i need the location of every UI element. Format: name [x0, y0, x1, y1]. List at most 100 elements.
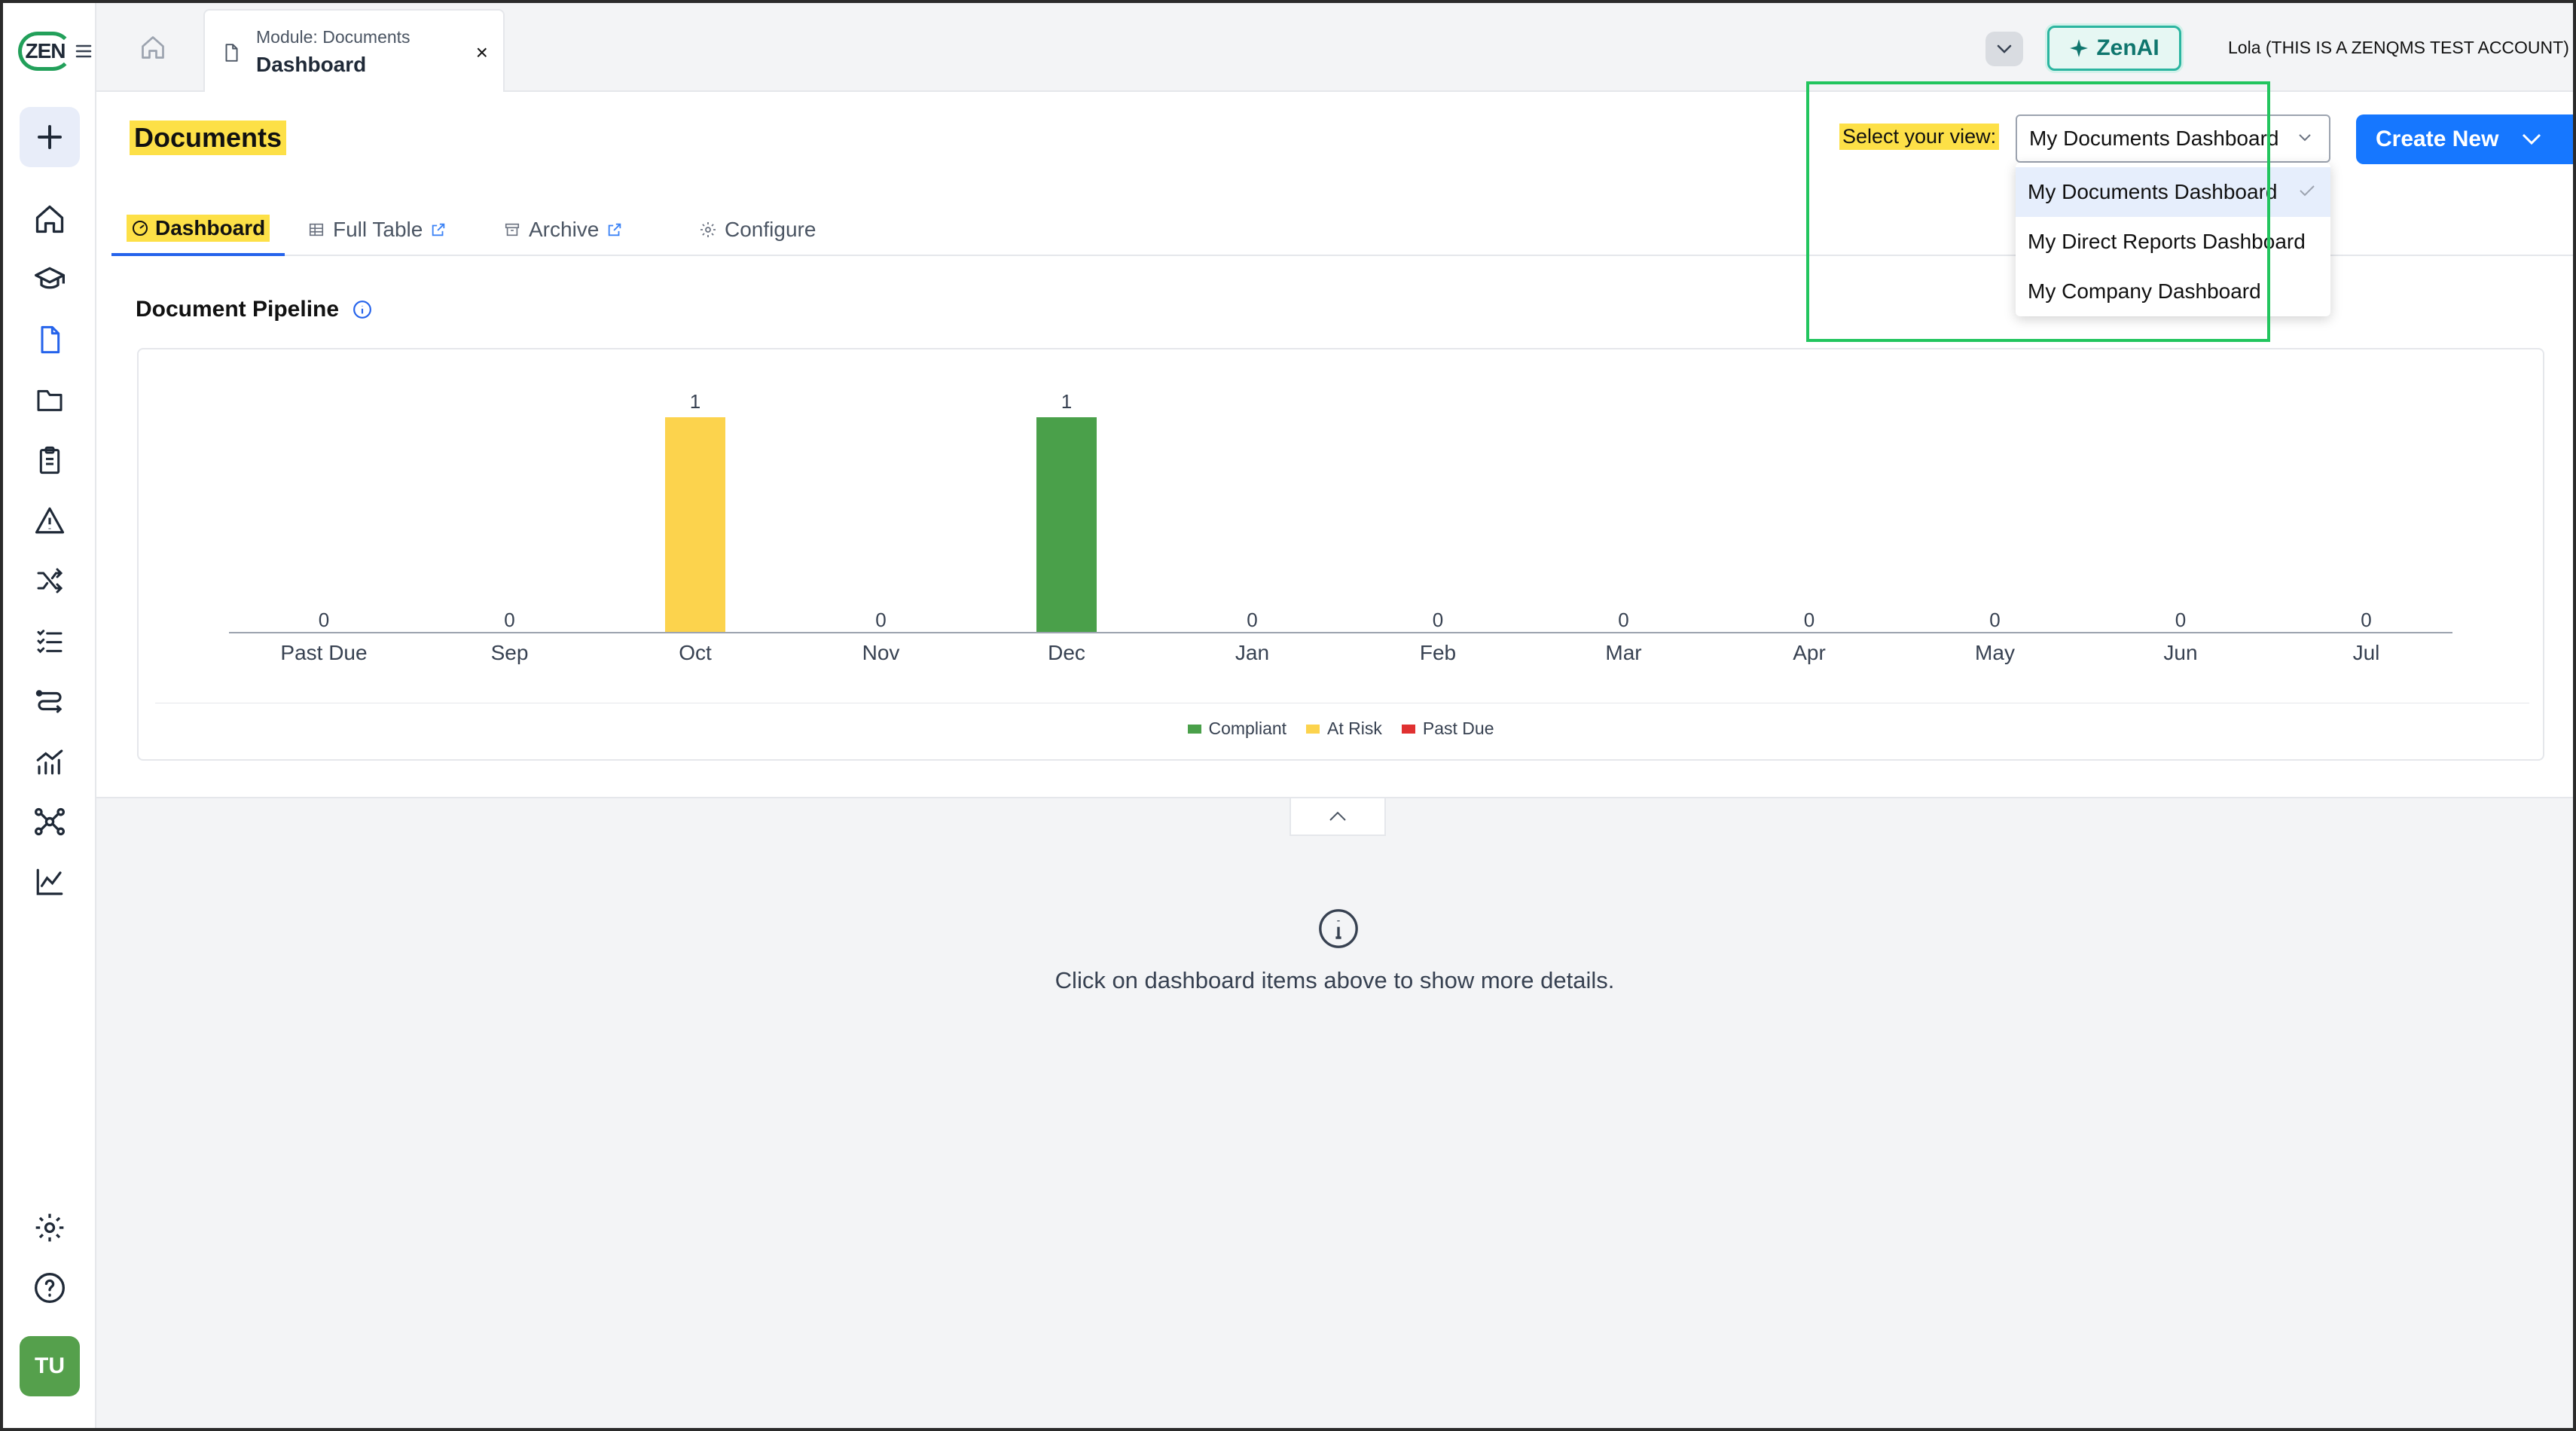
legend-item-at-risk[interactable]: At Risk	[1306, 719, 1382, 739]
x-tick-label: Past Due	[280, 641, 367, 664]
tab-full-table[interactable]: Full Table	[307, 203, 447, 256]
view-selector-label: Select your view:	[1839, 124, 2000, 150]
sidebar-workflow-icon[interactable]	[27, 679, 72, 724]
view-option-label: My Direct Reports Dashboard	[2028, 230, 2306, 253]
legend-label: At Risk	[1327, 719, 1382, 738]
tab-configure[interactable]: Configure	[699, 203, 816, 256]
view-option-company[interactable]: My Company Dashboard	[2016, 267, 2330, 316]
details-hint: Click on dashboard items above to show m…	[1055, 967, 1615, 993]
view-select[interactable]: My Documents Dashboard	[2016, 114, 2330, 163]
tab-module-label: Module: Documents	[256, 27, 411, 47]
sidebar-checklist-icon[interactable]	[27, 618, 72, 664]
tab-documents-dashboard[interactable]: Module: Documents Dashboard ×	[203, 9, 505, 92]
sidebar-help-icon[interactable]	[27, 1265, 72, 1310]
bar-value-label: 0	[2361, 609, 2371, 631]
x-tick-label: Sep	[491, 641, 529, 664]
sidebar-folder-icon[interactable]	[27, 377, 72, 423]
zenai-label: ZenAI	[2096, 35, 2159, 60]
sidebar: ZEN TU	[3, 3, 96, 1428]
sidebar-document-icon[interactable]	[27, 317, 72, 362]
view-option-my-documents[interactable]: My Documents Dashboard	[2016, 167, 2330, 217]
bar-compliant-dec[interactable]	[1036, 417, 1097, 633]
x-tick-label: Mar	[1605, 641, 1641, 664]
sidebar-clipboard-icon[interactable]	[27, 438, 72, 483]
app-window: ZEN TU Module: Documents Dashboard × Zen…	[0, 0, 2576, 1431]
legend-swatch	[1187, 724, 1201, 734]
tab-title: Dashboard	[256, 53, 367, 76]
user-avatar[interactable]: TU	[20, 1336, 80, 1396]
main-content: Documents Dashboard Full Table Archive C…	[96, 81, 2573, 1428]
x-tick-label: Feb	[1420, 641, 1456, 664]
close-tab-icon[interactable]: ×	[476, 42, 488, 63]
document-icon	[221, 41, 241, 65]
bar-value-label: 0	[504, 609, 514, 631]
x-tick-label: Dec	[1048, 641, 1085, 664]
sidebar-warning-icon[interactable]	[27, 498, 72, 543]
chevron-down-icon	[2523, 133, 2541, 145]
sidebar-analytics-icon[interactable]	[27, 739, 72, 784]
tab-archive[interactable]: Archive	[503, 203, 623, 256]
section-title: Document Pipeline	[136, 297, 372, 322]
check-icon	[2300, 185, 2315, 197]
menu-toggle-icon[interactable]	[72, 36, 95, 66]
zen-logo: ZEN	[18, 32, 72, 71]
chevron-down-icon	[2299, 134, 2311, 142]
x-tick-label: Apr	[1793, 641, 1826, 664]
section-title-label: Document Pipeline	[136, 297, 340, 322]
top-bar: Module: Documents Dashboard × ZenAI Lola…	[96, 3, 2573, 92]
legend-label: Past Due	[1422, 719, 1494, 738]
view-option-label: My Documents Dashboard	[2028, 180, 2278, 203]
sidebar-graduation-cap-icon[interactable]	[27, 257, 72, 302]
chevron-up-icon	[1329, 811, 1346, 821]
gear-icon	[700, 222, 716, 237]
bar-value-label: 0	[1618, 609, 1628, 631]
view-option-direct-reports[interactable]: My Direct Reports Dashboard	[2016, 217, 2330, 267]
bar-value-label: 0	[1804, 609, 1814, 631]
sidebar-gear-icon[interactable]	[27, 1205, 72, 1250]
bar-value-label: 0	[1247, 609, 1257, 631]
bar-at-risk-oct[interactable]	[665, 417, 725, 633]
x-tick-label: Oct	[679, 641, 712, 664]
collapse-chart-button[interactable]	[1290, 798, 1386, 836]
bar-value-label: 0	[1433, 609, 1443, 631]
external-link-icon	[432, 223, 445, 236]
account-name[interactable]: Lola (THIS IS A ZENQMS TEST ACCOUNT)	[2228, 38, 2569, 58]
sidebar-network-icon[interactable]	[27, 799, 72, 844]
bar-value-label: 1	[690, 390, 700, 413]
external-link-icon	[609, 223, 621, 236]
archive-icon	[505, 223, 520, 236]
legend-swatch	[1401, 724, 1415, 734]
logo-area: ZEN	[18, 32, 95, 71]
view-select-value: My Documents Dashboard	[2029, 127, 2279, 150]
table-icon	[309, 223, 324, 236]
bar-value-label: 1	[1061, 390, 1072, 413]
bar-value-label: 0	[319, 609, 329, 631]
chart-legend: Compliant At Risk Past Due	[139, 719, 2543, 739]
chevron-down-icon[interactable]	[1985, 32, 2023, 66]
create-new-button[interactable]: Create New	[2356, 114, 2573, 164]
page-title: Documents	[130, 121, 287, 155]
zenai-button[interactable]: ZenAI	[2047, 26, 2181, 71]
bar-value-label: 0	[2175, 609, 2186, 631]
x-tick-label: May	[1975, 641, 2015, 664]
tab-archive-label: Archive	[529, 218, 600, 241]
x-tick-label: Nov	[862, 641, 900, 664]
sidebar-line-chart-icon[interactable]	[27, 859, 72, 905]
view-option-label: My Company Dashboard	[2028, 279, 2261, 303]
tab-dashboard-label: Dashboard	[155, 216, 266, 240]
create-plus-button[interactable]	[20, 107, 80, 167]
tab-dashboard[interactable]: Dashboard	[111, 203, 285, 256]
bar-value-label: 0	[1989, 609, 2000, 631]
create-new-label: Create New	[2376, 127, 2499, 151]
dashboard-icon	[133, 221, 148, 236]
home-tab-icon[interactable]	[127, 23, 179, 72]
sidebar-shuffle-icon[interactable]	[27, 558, 72, 603]
pipeline-chart: 0 Past Due 0 Sep 1 Oct 0 Nov 1 Dec 0 Jan 0 Feb 0 Mar 0 Ap…	[155, 390, 2529, 703]
info-icon	[1319, 909, 1358, 948]
legend-item-compliant[interactable]: Compliant	[1187, 719, 1286, 739]
view-dropdown-menu: My Documents Dashboard My Direct Reports…	[2016, 163, 2330, 316]
sidebar-home-icon[interactable]	[27, 197, 72, 242]
x-tick-label: Jan	[1235, 641, 1269, 664]
legend-item-past-due[interactable]: Past Due	[1401, 719, 1494, 739]
info-icon[interactable]	[353, 300, 372, 319]
